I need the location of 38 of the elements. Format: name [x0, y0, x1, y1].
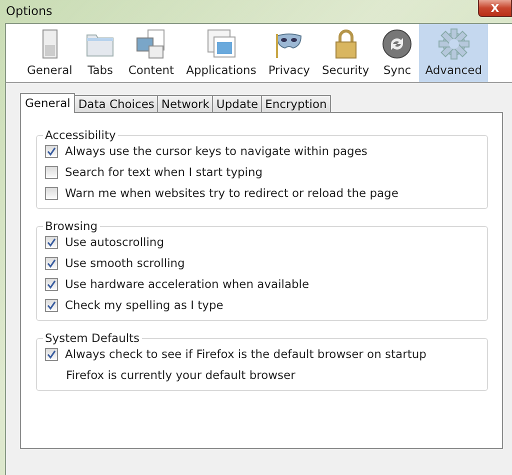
group-title: Browsing [44, 219, 99, 233]
toolbar-button[interactable]: Advanced [419, 24, 488, 82]
close-button[interactable]: X [478, 0, 512, 17]
document-icon [135, 28, 168, 60]
checkbox-label: Always use the cursor keys to navigate within pages [65, 144, 368, 158]
tab[interactable]: Update [212, 95, 262, 113]
tab[interactable]: Encryption [261, 95, 331, 113]
tab[interactable]: General [20, 93, 76, 113]
checkbox[interactable] [45, 278, 58, 290]
sync-icon [381, 28, 414, 60]
checkbox-label: Check my spelling as I type [65, 298, 224, 312]
window-title: Options [6, 4, 52, 18]
checkbox-label: Use autoscrolling [65, 235, 164, 249]
window-icon [205, 28, 238, 60]
checkbox[interactable] [45, 166, 58, 178]
checkbox[interactable] [45, 186, 58, 200]
checkbox[interactable] [45, 298, 58, 312]
checkbox[interactable] [45, 236, 58, 248]
toolbar-button[interactable]: Tabs [78, 24, 122, 82]
checkbox-label: Use smooth scrolling [65, 256, 185, 270]
toolbar-button[interactable]: Security [316, 24, 376, 82]
checkbox-label: Warn me when websites try to redirect or reload the page [65, 186, 398, 200]
toolbar-button[interactable]: Content [122, 24, 180, 82]
checkbox[interactable] [45, 348, 58, 360]
tab[interactable]: Network [157, 95, 214, 113]
toolbar-button[interactable]: Applications [180, 24, 262, 82]
checkbox-label: Always check to see if Firefox is the default browser on startup [65, 347, 426, 361]
toolbar-button[interactable]: Sync [375, 24, 420, 82]
checkbox-label: Search for text when I start typing [65, 165, 263, 179]
tab[interactable]: Data Choices [74, 95, 158, 113]
group-title: System Defaults [44, 331, 141, 345]
checkbox[interactable] [45, 256, 58, 270]
toolbar-button[interactable]: General [21, 24, 78, 82]
status-text: Firefox is currently your default browser [66, 368, 296, 382]
checkbox-label: Use hardware acceleration when available [65, 277, 310, 291]
group-title: Accessibility [44, 128, 117, 142]
toolbar-button[interactable]: Privacy [262, 24, 316, 82]
checkbox[interactable] [45, 144, 58, 158]
